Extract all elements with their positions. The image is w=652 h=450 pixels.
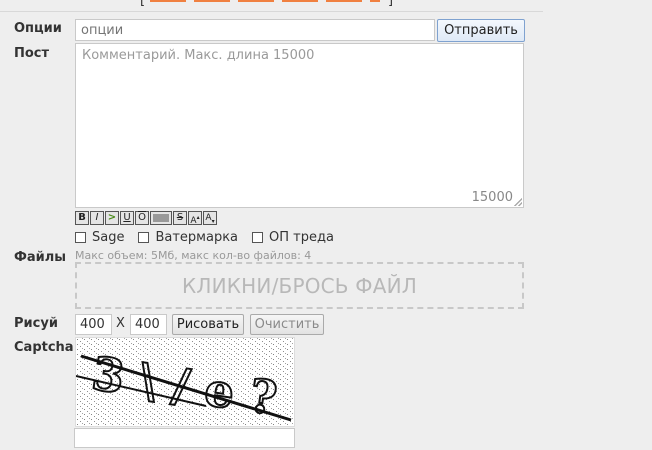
options-label: Опции [14,21,62,36]
watermark-label: Ватермарка [155,230,239,245]
draw-width-input[interactable] [75,314,112,335]
underline-button[interactable]: U [120,211,134,225]
checkbox-box[interactable] [138,232,150,243]
italic-button[interactable]: I [90,211,104,225]
files-limit-info: Макс объем: 5Мб, макс кол-во файлов: 4 [75,249,312,262]
draw-height-input[interactable] [130,314,167,335]
bold-button[interactable]: B [75,211,89,225]
sage-label: Sage [92,230,125,245]
captcha-input[interactable] [74,428,295,448]
sage-checkbox[interactable]: Sage [75,230,124,245]
checkbox-box[interactable] [252,232,264,243]
clear-button[interactable]: Очистить [250,314,324,335]
resize-grip-icon[interactable] [514,198,522,206]
spoiler-icon [153,214,169,222]
captcha-image[interactable]: 3 \ / e ? [75,337,295,427]
post-options: Sage Ватермарка ОП треда [75,230,348,245]
op-checkbox[interactable]: ОП треда [252,230,334,245]
bracket-right: ] [388,0,394,8]
dropzone-text: КЛИКНИ/БРОСЬ ФАЙЛ [181,273,417,298]
op-label: ОП треда [269,230,334,245]
top-divider: [ ] [0,0,543,12]
subscript-button[interactable]: A▾ [203,211,217,225]
comment-placeholder: Комментарий. Макс. длина 15000 [82,48,315,63]
strike-button[interactable]: S [173,211,187,225]
draw-button[interactable]: Рисовать [172,314,244,335]
watermark-checkbox[interactable]: Ватермарка [138,230,238,245]
superscript-icon: ▴ [196,214,200,221]
dimension-separator: X [116,316,125,331]
files-label: Файлы [14,250,67,265]
superscript-button[interactable]: A▴ [188,211,202,226]
post-label: Пост [14,46,50,61]
draw-label: Рисуй [14,316,58,331]
file-dropzone[interactable]: КЛИКНИ/БРОСЬ ФАЙЛ [75,262,524,309]
comment-textarea[interactable]: Комментарий. Макс. длина 15000 15000 [75,43,524,208]
captcha-label: Captcha [14,340,74,355]
markup-toolbar: B I > U O S A▴ A▾ [75,211,217,226]
subscript-icon: ▾ [211,217,215,225]
quote-button[interactable]: > [105,211,119,225]
bracket-left: [ [140,0,146,8]
checkbox-box[interactable] [75,232,86,243]
overline-button[interactable]: O [135,211,149,225]
spoiler-button[interactable] [150,211,172,225]
submit-button[interactable]: Отправить [437,19,525,42]
captcha-noise-icon: 3 \ / e ? [76,338,294,426]
char-counter: 15000 [471,190,513,205]
options-input[interactable] [75,19,435,41]
top-links-strip [150,0,380,2]
